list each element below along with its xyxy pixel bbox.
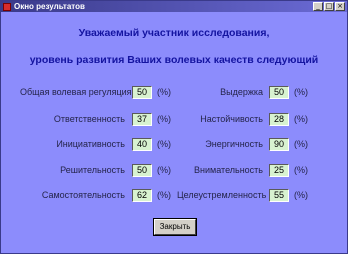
percent-label: (%) — [157, 190, 171, 200]
result-row: Выдержка 50 (%) — [177, 85, 308, 99]
quality-value-field[interactable]: 25 — [269, 163, 289, 177]
quality-value-field[interactable]: 62 — [132, 188, 152, 202]
quality-value-field[interactable]: 90 — [269, 137, 289, 151]
result-row: Решительность 50 (%) — [20, 163, 171, 177]
percent-label: (%) — [294, 114, 308, 124]
title-bar[interactable]: Окно результатов _ □ × — [1, 1, 347, 12]
quality-label: Настойчивость — [200, 114, 263, 124]
header-subtitle: уровень развития Ваших волевых качеств с… — [29, 54, 319, 66]
close-button[interactable]: Закрыть — [154, 219, 196, 235]
quality-label: Решительность — [60, 165, 125, 175]
percent-label: (%) — [294, 139, 308, 149]
results-window: Окно результатов _ □ × Уважаемый участни… — [0, 0, 348, 254]
quality-value-field[interactable]: 28 — [269, 112, 289, 126]
quality-value-field[interactable]: 37 — [132, 112, 152, 126]
percent-label: (%) — [294, 190, 308, 200]
percent-label: (%) — [157, 87, 171, 97]
header-greeting: Уважаемый участник исследования, — [78, 27, 270, 39]
quality-label: Выдержка — [220, 87, 263, 97]
result-row: Настойчивость 28 (%) — [177, 112, 308, 126]
quality-label: Энергичность — [205, 139, 263, 149]
quality-value-field[interactable]: 40 — [132, 137, 152, 151]
quality-label: Внимательность — [194, 165, 263, 175]
quality-value-field[interactable]: 50 — [269, 85, 289, 99]
result-row: Внимательность 25 (%) — [177, 163, 308, 177]
percent-label: (%) — [157, 139, 171, 149]
result-row: Общая волевая регуляция 50 (%) — [20, 85, 171, 99]
quality-label: Общая волевая регуляция — [20, 87, 132, 97]
maximize-button[interactable]: □ — [324, 2, 334, 11]
app-icon — [3, 2, 11, 11]
result-row: Энергичность 90 (%) — [177, 137, 308, 151]
quality-label: Ответственность — [53, 114, 125, 124]
percent-label: (%) — [294, 87, 308, 97]
quality-label: Целеустремленность — [177, 190, 267, 200]
window-title: Окно результатов — [14, 2, 85, 11]
quality-value-field[interactable]: 50 — [132, 163, 152, 177]
window-controls: _ □ × — [313, 2, 345, 11]
result-row: Самостоятельность 62 (%) — [20, 188, 171, 202]
quality-value-field[interactable]: 55 — [269, 188, 289, 202]
minimize-button[interactable]: _ — [313, 2, 323, 11]
percent-label: (%) — [157, 114, 171, 124]
quality-label: Инициативность — [56, 139, 125, 149]
result-row: Инициативность 40 (%) — [20, 137, 171, 151]
percent-label: (%) — [294, 165, 308, 175]
result-row: Ответственность 37 (%) — [20, 112, 171, 126]
quality-label: Самостоятельность — [41, 190, 125, 200]
result-row: Целеустремленность 55 (%) — [177, 188, 308, 202]
quality-value-field[interactable]: 50 — [132, 85, 152, 99]
percent-label: (%) — [157, 165, 171, 175]
close-window-button[interactable]: × — [335, 2, 345, 11]
